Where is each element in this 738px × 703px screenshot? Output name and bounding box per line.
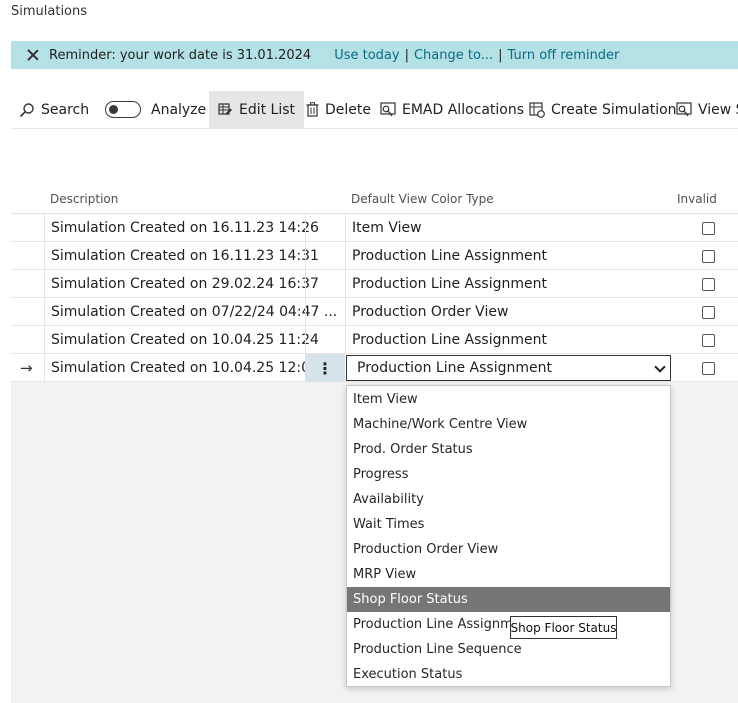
- option-execution-status[interactable]: Execution Status: [347, 662, 670, 687]
- option-wait-times[interactable]: Wait Times: [347, 512, 670, 537]
- delete-label: Delete: [325, 101, 371, 118]
- emad-allocations-label: EMAD Allocations: [402, 101, 525, 118]
- column-header-color-type[interactable]: Default View Color Type: [351, 184, 494, 213]
- option-prod-order-status[interactable]: Prod. Order Status: [347, 437, 670, 462]
- description-cell[interactable]: Simulation Created on 16.11.23 14:31: [51, 242, 319, 270]
- invalid-checkbox[interactable]: [702, 305, 715, 319]
- create-simulation-label: Create Simulation: [551, 101, 677, 118]
- option-availability[interactable]: Availability: [347, 487, 670, 512]
- option-production-line-assignment[interactable]: Production Line Assignment: [347, 612, 670, 637]
- table-row[interactable]: Simulation Created on 07/22/24 04:47 ...…: [11, 298, 738, 326]
- table-row[interactable]: Simulation Created on 16.11.23 14:26 Ite…: [11, 214, 738, 242]
- edit-list-button[interactable]: Edit List: [209, 91, 305, 128]
- description-cell[interactable]: Simulation Created on 07/22/24 04:47 ...: [51, 298, 337, 326]
- use-today-link[interactable]: Use today: [334, 48, 399, 63]
- invalid-checkbox[interactable]: [702, 221, 715, 235]
- search-button[interactable]: Search: [19, 91, 89, 128]
- color-type-cell[interactable]: Production Line Assignment: [352, 326, 547, 354]
- separator: |: [404, 47, 409, 63]
- view-simulation-button[interactable]: View S: [676, 91, 738, 128]
- hover-tooltip: Shop Floor Status: [510, 616, 617, 639]
- close-icon[interactable]: [26, 48, 40, 62]
- emad-allocations-button[interactable]: EMAD Allocations: [380, 91, 524, 128]
- option-shop-floor-status[interactable]: Shop Floor Status: [347, 587, 670, 612]
- color-type-cell[interactable]: Item View: [352, 214, 422, 242]
- edit-list-label: Edit List: [239, 101, 296, 118]
- analyze-label: Analyze: [151, 101, 207, 118]
- action-bar: Search Analyze Edit List Delete EMAD All…: [11, 91, 738, 129]
- color-type-select-value: Production Line Assignment: [357, 360, 552, 376]
- chevron-down-icon: [654, 361, 666, 373]
- description-cell[interactable]: Simulation Created on 16.11.23 14:26: [51, 214, 319, 242]
- current-row-arrow-icon: →: [20, 359, 33, 377]
- table-row[interactable]: Simulation Created on 16.11.23 14:31 Pro…: [11, 242, 738, 270]
- color-type-dropdown-list: Item View Machine/Work Centre View Prod.…: [346, 385, 671, 687]
- table-row-active[interactable]: → Simulation Created on 10.04.25 12:07 ⋮…: [11, 354, 738, 382]
- work-date-reminder-banner: Reminder: your work date is 31.01.2024 U…: [11, 41, 738, 69]
- row-actions-icon[interactable]: ⋮: [305, 354, 345, 382]
- description-cell[interactable]: Simulation Created on 10.04.25 11:24: [51, 326, 319, 354]
- column-header-invalid[interactable]: Invalid: [677, 184, 717, 213]
- table-row[interactable]: Simulation Created on 10.04.25 11:24 Pro…: [11, 326, 738, 354]
- reminder-message: Reminder: your work date is 31.01.2024: [49, 47, 312, 63]
- view-icon: [676, 101, 692, 116]
- delete-button[interactable]: Delete: [306, 91, 371, 128]
- option-machine-work-centre-view[interactable]: Machine/Work Centre View: [347, 412, 670, 437]
- option-item-view[interactable]: Item View: [347, 387, 670, 412]
- color-type-select[interactable]: Production Line Assignment: [346, 355, 671, 381]
- invalid-checkbox[interactable]: [702, 333, 715, 347]
- change-to-link[interactable]: Change to...: [414, 48, 493, 63]
- invalid-checkbox[interactable]: [702, 249, 715, 263]
- color-type-cell[interactable]: Production Line Assignment: [352, 270, 547, 298]
- trash-icon: [306, 102, 319, 117]
- separator: |: [498, 47, 503, 63]
- page-title: Simulations: [11, 4, 88, 19]
- create-simulation-button[interactable]: Create Simulation: [529, 91, 677, 128]
- option-production-order-view[interactable]: Production Order View: [347, 537, 670, 562]
- search-label: Search: [41, 101, 90, 118]
- option-progress[interactable]: Progress: [347, 462, 670, 487]
- option-production-line-sequence[interactable]: Production Line Sequence: [347, 637, 670, 662]
- table-row[interactable]: Simulation Created on 29.02.24 16:37 Pro…: [11, 270, 738, 298]
- option-mrp-view[interactable]: MRP View: [347, 562, 670, 587]
- allocation-icon: [380, 101, 396, 116]
- toggle-switch-icon: [105, 101, 141, 118]
- color-type-cell[interactable]: Production Line Assignment: [352, 242, 547, 270]
- view-simulation-label: View S: [698, 101, 738, 118]
- invalid-checkbox[interactable]: [702, 277, 715, 291]
- turn-off-reminder-link[interactable]: Turn off reminder: [508, 48, 620, 63]
- create-simulation-icon: [529, 101, 545, 118]
- column-header-description[interactable]: Description: [50, 184, 118, 213]
- color-type-cell[interactable]: Production Order View: [352, 298, 508, 326]
- edit-list-icon: [218, 103, 232, 115]
- invalid-checkbox[interactable]: [702, 361, 715, 375]
- description-cell[interactable]: Simulation Created on 10.04.25 12:07: [51, 354, 319, 382]
- analyze-toggle[interactable]: Analyze: [105, 91, 206, 128]
- description-cell[interactable]: Simulation Created on 29.02.24 16:37: [51, 270, 319, 298]
- search-icon: [19, 102, 34, 117]
